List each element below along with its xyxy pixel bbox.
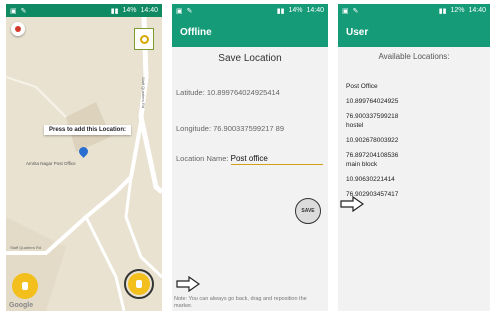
time-text: 14:40 — [306, 7, 324, 14]
place-label: Amrita Nagar Post Office — [26, 161, 76, 166]
my-location-button[interactable] — [134, 28, 154, 50]
latitude-text: Latitude: 10.899764024925414 — [176, 88, 280, 97]
google-watermark: Google — [9, 302, 34, 309]
list-button[interactable] — [12, 273, 38, 299]
notification-icon: ✎ — [186, 7, 193, 15]
app-bar: Offline — [172, 17, 328, 47]
list-item-lat: 10.90630221414 — [346, 176, 395, 183]
add-location-button[interactable] — [124, 269, 154, 299]
battery-text: 14% — [288, 7, 303, 14]
back-button[interactable] — [11, 22, 25, 36]
save-location-screen: ▣ ✎ ▮▮ 14% 14:40 Offline Save Location L… — [172, 4, 328, 311]
gallery-icon: ▣ — [342, 7, 349, 15]
location-name-row: Location Name: — [176, 154, 323, 165]
list-item-lat: 10.899764024925 — [346, 98, 399, 105]
available-locations-heading: Available Locations: — [378, 52, 450, 61]
user-screen: ▣ ✎ ▮▮ 12% 14:40 User Available Location… — [338, 4, 490, 311]
signal-icon: ▮▮ — [276, 7, 285, 15]
gallery-icon: ▣ — [10, 7, 17, 15]
notification-icon: ✎ — [352, 7, 359, 15]
time-text: 14:40 — [468, 7, 486, 14]
status-bar: ▣ ✎ ▮▮ 12% 14:40 — [338, 4, 490, 17]
gallery-icon: ▣ — [176, 7, 183, 15]
road-label: Staff Quarters Rd — [141, 77, 146, 109]
my-location-icon — [139, 34, 149, 44]
list-item-lng: 76.897204108536 — [346, 152, 399, 159]
list-item-name[interactable]: hostel — [346, 121, 398, 130]
battery-text: 12% — [450, 7, 465, 14]
location-name-label: Location Name: — [176, 154, 229, 163]
note-text: Note: You can always go back, drag and r… — [174, 295, 307, 309]
app-bar-title: User — [346, 26, 369, 38]
locations-list: Post Office 10.899764024925 76.900337599… — [346, 82, 398, 199]
list-item-name[interactable]: Post Office — [346, 82, 398, 91]
signal-icon: ▮▮ — [110, 7, 119, 15]
signal-icon: ▮▮ — [438, 7, 447, 15]
app-bar: User — [338, 17, 490, 47]
longitude-text: Longitude: 76.900337599217 89 — [176, 124, 285, 133]
list-item-name[interactable]: main block — [346, 160, 398, 169]
time-text: 14:40 — [140, 7, 158, 14]
list-item-lng: 76.900337599218 — [346, 113, 399, 120]
notification-icon: ✎ — [20, 7, 27, 15]
location-name-input[interactable] — [230, 154, 323, 165]
add-location-icon — [136, 280, 142, 288]
arrow-right-icon — [340, 196, 364, 212]
map-screen: ▣ ✎ ▮▮ 14% 14:40 Press to add this Locat… — [6, 4, 162, 311]
arrow-right-icon — [176, 276, 200, 292]
road-label: Staff Quarters Rd — [10, 245, 42, 250]
status-bar: ▣ ✎ ▮▮ 14% 14:40 — [6, 4, 162, 17]
status-bar: ▣ ✎ ▮▮ 14% 14:40 — [172, 4, 328, 17]
battery-text: 14% — [122, 7, 137, 14]
save-button[interactable]: SAVE — [295, 198, 321, 224]
list-icon — [22, 282, 28, 290]
press-to-add-label[interactable]: Press to add this Location: — [44, 125, 132, 135]
record-dot-icon — [15, 26, 21, 32]
map-view[interactable]: Press to add this Location: Amrita Nagar… — [6, 17, 162, 311]
page-title: Save Location — [218, 53, 282, 64]
app-bar-title: Offline — [180, 26, 212, 38]
list-item-lat: 10.902678003922 — [346, 137, 399, 144]
